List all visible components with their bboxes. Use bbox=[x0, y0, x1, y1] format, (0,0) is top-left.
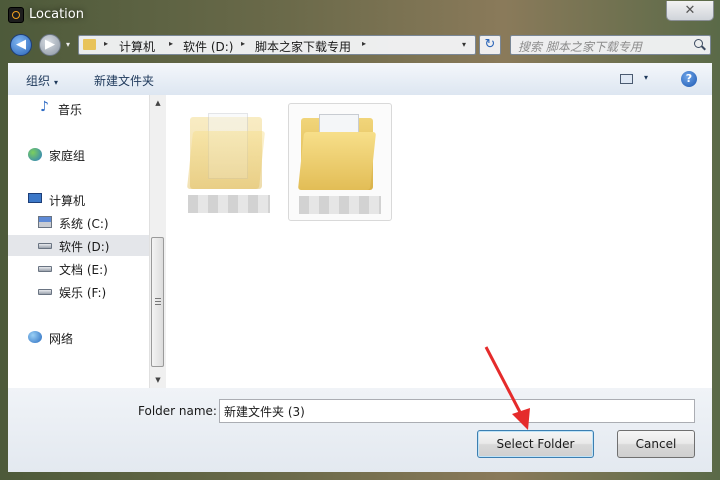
music-icon: ♪ bbox=[40, 99, 49, 115]
blurred-filename bbox=[188, 195, 270, 213]
window-title: Location bbox=[29, 7, 84, 22]
organize-menu[interactable]: 组织 ▾ bbox=[26, 72, 58, 89]
nav-item-label: 网络 bbox=[49, 332, 74, 346]
select-folder-button[interactable]: Select Folder bbox=[477, 430, 594, 458]
nav-pane-scrollbar[interactable]: ▲ ▼ bbox=[149, 95, 166, 388]
search-placeholder[interactable]: 搜索 脚本之家下载专用 bbox=[518, 38, 642, 55]
nav-item-label: 文档 (E:) bbox=[59, 263, 108, 277]
nav-item-drive-c[interactable]: 系统 (C:) bbox=[8, 212, 149, 233]
nav-item-label: 家庭组 bbox=[49, 149, 86, 163]
blurred-filename bbox=[299, 196, 381, 214]
app-icon bbox=[8, 7, 24, 23]
system-drive-icon bbox=[38, 216, 52, 228]
organize-label: 组织 bbox=[26, 74, 51, 88]
search-icon[interactable] bbox=[694, 39, 703, 48]
file-list[interactable] bbox=[166, 95, 712, 388]
nav-item-label: 娱乐 (F:) bbox=[59, 286, 107, 300]
scroll-up-icon[interactable]: ▲ bbox=[150, 95, 166, 111]
folder-name-input[interactable] bbox=[219, 399, 695, 423]
close-icon: ✕ bbox=[684, 3, 696, 18]
arrow-right-icon: ▶ bbox=[45, 37, 55, 52]
folder-front-icon bbox=[297, 132, 377, 190]
new-folder-button[interactable]: 新建文件夹 bbox=[94, 72, 154, 89]
refresh-icon: ↻ bbox=[484, 37, 496, 52]
navigation-pane: ♪ 音乐 家庭组 计算机 系统 (C:) 软件 (D:) 文档 (E:) 娱乐 … bbox=[8, 95, 149, 388]
computer-icon bbox=[28, 193, 42, 203]
folder-front-icon bbox=[186, 131, 266, 189]
dialog-footer: Folder name: Select Folder Cancel bbox=[8, 388, 712, 472]
navigation-row: ◀ ▶ ▾ ▸ 计算机 ▸ 软件 (D:) ▸ 脚本之家下载专用 ▸ ▾ ↻ 搜… bbox=[0, 30, 720, 60]
command-toolbar: 组织 ▾ 新建文件夹 ▾ ? bbox=[8, 63, 712, 96]
scrollbar-thumb[interactable] bbox=[151, 237, 164, 367]
back-button[interactable]: ◀ bbox=[10, 34, 32, 56]
close-button[interactable]: ✕ bbox=[666, 1, 714, 21]
arrow-left-icon: ◀ bbox=[16, 37, 26, 52]
breadcrumb-separator[interactable]: ▸ bbox=[362, 39, 366, 48]
breadcrumb-separator[interactable]: ▸ bbox=[169, 39, 173, 48]
title-bar: Location ✕ bbox=[0, 0, 720, 30]
chevron-down-icon: ▾ bbox=[54, 78, 59, 87]
drive-icon bbox=[38, 289, 52, 295]
view-options-dropdown[interactable]: ▾ bbox=[644, 73, 648, 82]
folder-item[interactable] bbox=[178, 103, 282, 221]
nav-item-drive-e[interactable]: 文档 (E:) bbox=[8, 258, 149, 279]
location-dialog: Location ✕ ◀ ▶ ▾ ▸ 计算机 ▸ 软件 (D:) ▸ 脚本之家下… bbox=[0, 0, 720, 480]
drive-icon bbox=[38, 266, 52, 272]
breadcrumb-computer[interactable]: 计算机 bbox=[119, 38, 155, 55]
browser-content: ♪ 音乐 家庭组 计算机 系统 (C:) 软件 (D:) 文档 (E:) 娱乐 … bbox=[8, 95, 712, 388]
recent-locations-dropdown[interactable]: ▾ bbox=[66, 40, 70, 49]
drive-icon bbox=[38, 243, 52, 249]
breadcrumb-current-folder[interactable]: 脚本之家下载专用 bbox=[255, 38, 351, 55]
help-icon[interactable]: ? bbox=[681, 71, 697, 87]
nav-item-network[interactable]: 网络 bbox=[8, 327, 149, 348]
grip-icon bbox=[155, 298, 161, 305]
cancel-button[interactable]: Cancel bbox=[617, 430, 695, 458]
nav-item-homegroup[interactable]: 家庭组 bbox=[8, 144, 149, 165]
folder-icon bbox=[83, 39, 96, 50]
nav-item-label: 音乐 bbox=[58, 103, 83, 117]
nav-item-computer[interactable]: 计算机 bbox=[8, 189, 149, 210]
homegroup-icon bbox=[28, 148, 42, 161]
forward-button[interactable]: ▶ bbox=[39, 34, 61, 56]
nav-item-drive-d[interactable]: 软件 (D:) bbox=[8, 235, 149, 256]
nav-item-label: 计算机 bbox=[49, 194, 86, 208]
scroll-down-icon[interactable]: ▼ bbox=[150, 372, 166, 388]
network-icon bbox=[28, 331, 42, 343]
breadcrumb-separator[interactable]: ▸ bbox=[241, 39, 245, 48]
folder-name-label: Folder name: bbox=[138, 404, 217, 418]
search-box[interactable]: 搜索 脚本之家下载专用 bbox=[510, 35, 711, 55]
nav-item-drive-f[interactable]: 娱乐 (F:) bbox=[8, 281, 149, 302]
refresh-button[interactable]: ↻ bbox=[479, 35, 501, 55]
address-bar[interactable]: ▸ 计算机 ▸ 软件 (D:) ▸ 脚本之家下载专用 ▸ ▾ bbox=[78, 35, 476, 55]
nav-item-music[interactable]: ♪ 音乐 bbox=[8, 98, 149, 119]
address-history-dropdown[interactable]: ▾ bbox=[462, 40, 466, 49]
breadcrumb-drive-d[interactable]: 软件 (D:) bbox=[183, 38, 233, 55]
nav-item-label: 系统 (C:) bbox=[59, 217, 109, 231]
folder-item[interactable] bbox=[288, 103, 392, 221]
breadcrumb-separator[interactable]: ▸ bbox=[104, 39, 108, 48]
nav-item-label: 软件 (D:) bbox=[59, 240, 110, 254]
view-options-icon[interactable] bbox=[620, 74, 633, 84]
